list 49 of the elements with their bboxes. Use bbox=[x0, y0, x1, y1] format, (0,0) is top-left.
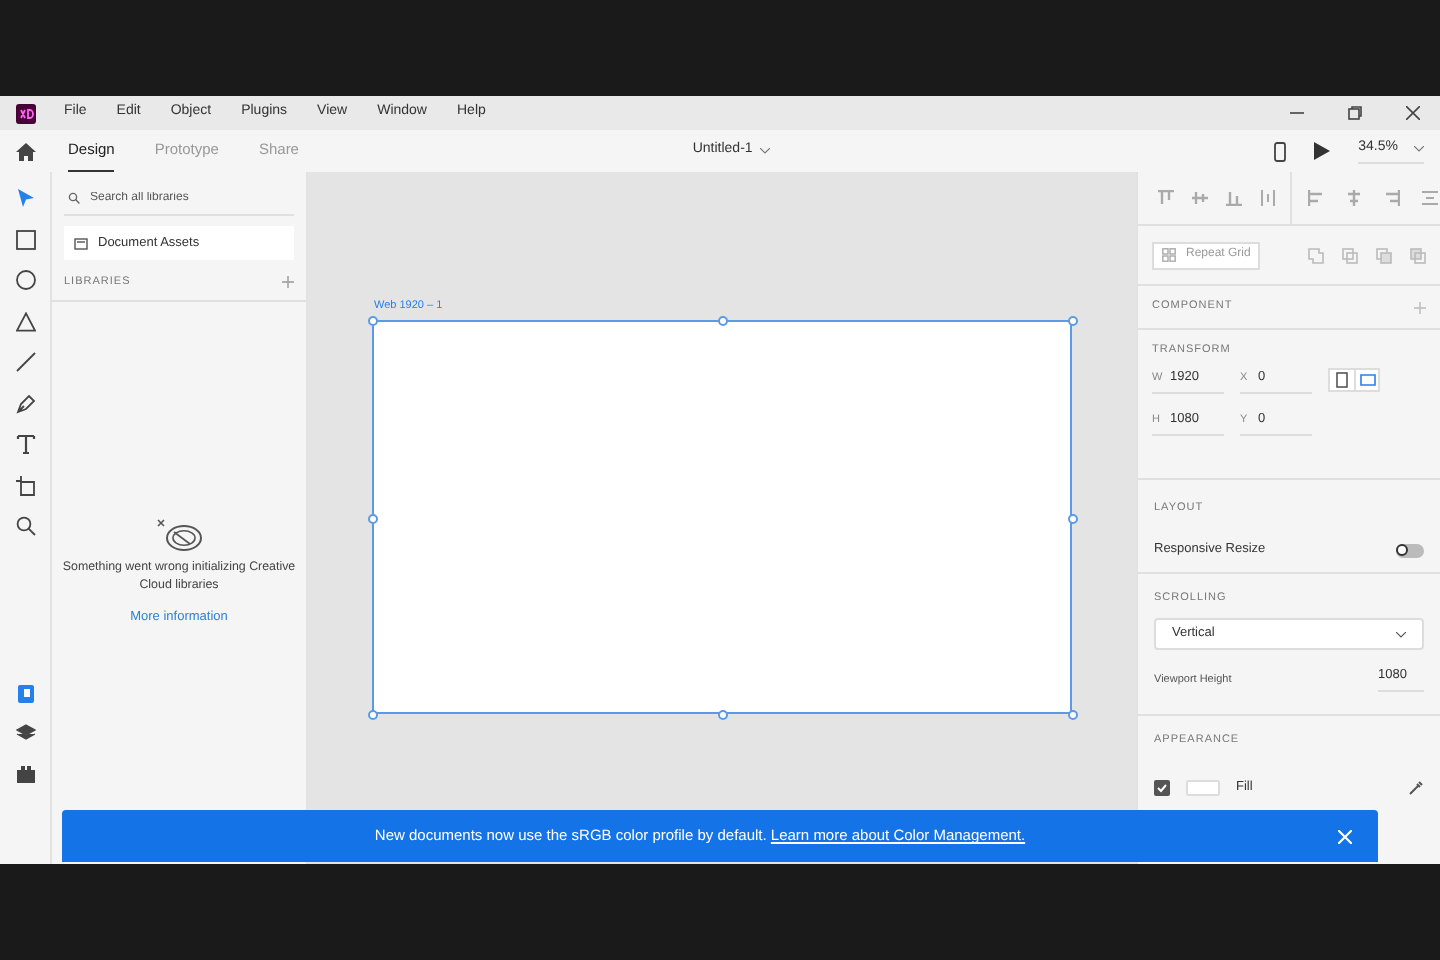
minimize-icon[interactable] bbox=[1290, 106, 1304, 120]
toggle-switch[interactable] bbox=[1396, 543, 1424, 558]
close-icon[interactable] bbox=[1406, 106, 1420, 120]
line-tool-icon[interactable] bbox=[15, 352, 35, 372]
home-icon[interactable] bbox=[16, 141, 36, 161]
plugins-icon[interactable] bbox=[15, 764, 35, 784]
rectangle-tool-icon[interactable] bbox=[15, 229, 35, 249]
triangle-tool-icon[interactable] bbox=[15, 311, 35, 331]
plus-icon[interactable] bbox=[282, 276, 294, 288]
restore-icon[interactable] bbox=[1348, 106, 1362, 120]
chevron-down-icon[interactable] bbox=[760, 148, 771, 154]
zoom-tool-icon[interactable] bbox=[15, 516, 35, 536]
portrait-orientation-button[interactable] bbox=[1330, 370, 1354, 391]
select-tool-icon[interactable] bbox=[15, 188, 35, 208]
libraries-icon[interactable] bbox=[15, 684, 35, 704]
cloud-error-icon bbox=[155, 518, 203, 552]
align-bottom-icon[interactable] bbox=[1226, 190, 1242, 206]
document-icon bbox=[74, 237, 88, 249]
app-logo-icon bbox=[16, 103, 36, 123]
grid-icon bbox=[1162, 248, 1176, 262]
mobile-preview-icon[interactable] bbox=[1274, 141, 1287, 161]
distribute-horizontal-icon[interactable] bbox=[1422, 190, 1438, 206]
resize-handle[interactable] bbox=[1068, 316, 1078, 326]
resize-handle[interactable] bbox=[1068, 710, 1078, 720]
chevron-down-icon[interactable] bbox=[1414, 146, 1424, 152]
play-icon[interactable] bbox=[1314, 142, 1331, 160]
fill-swatch[interactable] bbox=[1186, 780, 1220, 797]
resize-handle[interactable] bbox=[1068, 513, 1078, 523]
align-top-icon[interactable] bbox=[1158, 190, 1174, 206]
align-middle-icon[interactable] bbox=[1192, 190, 1208, 206]
resize-handle[interactable] bbox=[718, 316, 728, 326]
pen-tool-icon[interactable] bbox=[15, 393, 35, 413]
search-icon bbox=[68, 192, 80, 204]
distribute-vertical-icon[interactable] bbox=[1260, 190, 1276, 206]
layers-icon[interactable] bbox=[15, 724, 35, 744]
artboard-tool-icon[interactable] bbox=[15, 475, 35, 495]
eyedropper-icon[interactable] bbox=[1408, 780, 1424, 797]
text-tool-icon[interactable] bbox=[15, 434, 35, 454]
align-right-icon[interactable] bbox=[1384, 190, 1400, 206]
resize-handle[interactable] bbox=[718, 710, 728, 720]
fill-checkbox[interactable] bbox=[1154, 780, 1170, 797]
align-center-icon[interactable] bbox=[1346, 190, 1362, 206]
resize-handle[interactable] bbox=[368, 513, 378, 523]
resize-handle[interactable] bbox=[368, 316, 378, 326]
chevron-down-icon bbox=[1396, 631, 1406, 638]
landscape-orientation-button[interactable] bbox=[1354, 370, 1378, 391]
resize-handle[interactable] bbox=[368, 710, 378, 720]
ellipse-tool-icon[interactable] bbox=[15, 270, 35, 290]
align-left-icon[interactable] bbox=[1308, 190, 1324, 206]
